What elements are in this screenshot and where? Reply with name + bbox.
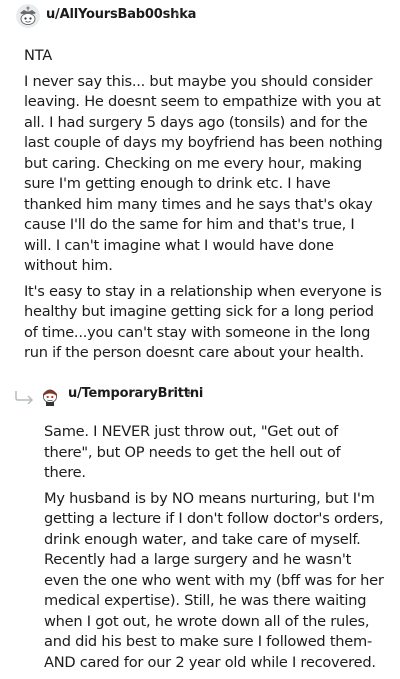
comment-body: NTA I never say this... but maybe you sh… — [24, 46, 384, 369]
comment-paragraph: It's easy to stay in a relationship when… — [24, 282, 382, 362]
comment-body: Same. I NEVER just throw out, "Get out o… — [44, 422, 384, 678]
reply-comment: u/TemporaryBrittni • Same. I NEVER just … — [0, 380, 400, 671]
reply-arrow-icon — [15, 391, 34, 404]
separator-dot: • — [186, 387, 193, 400]
comment-paragraph: Same. I NEVER just throw out, "Get out o… — [44, 423, 341, 481]
comment-paragraph: NTA — [24, 47, 52, 64]
comment-header: u/TemporaryBrittni • — [0, 380, 400, 407]
comment-paragraph: My husband is by NO means nurturing, but… — [44, 489, 384, 671]
snoo-avatar-icon[interactable] — [38, 383, 62, 407]
comment-header: u/AllYoursBab00shka • — [0, 4, 400, 28]
comment-username[interactable]: u/TemporaryBrittni — [68, 386, 203, 401]
snoo-avatar-icon[interactable] — [16, 4, 40, 28]
comment: u/AllYoursBab00shka • NTA I never say th… — [0, 4, 400, 361]
comment-paragraph: I never say this... but maybe you should… — [24, 72, 383, 275]
separator-dot: • — [174, 8, 181, 21]
